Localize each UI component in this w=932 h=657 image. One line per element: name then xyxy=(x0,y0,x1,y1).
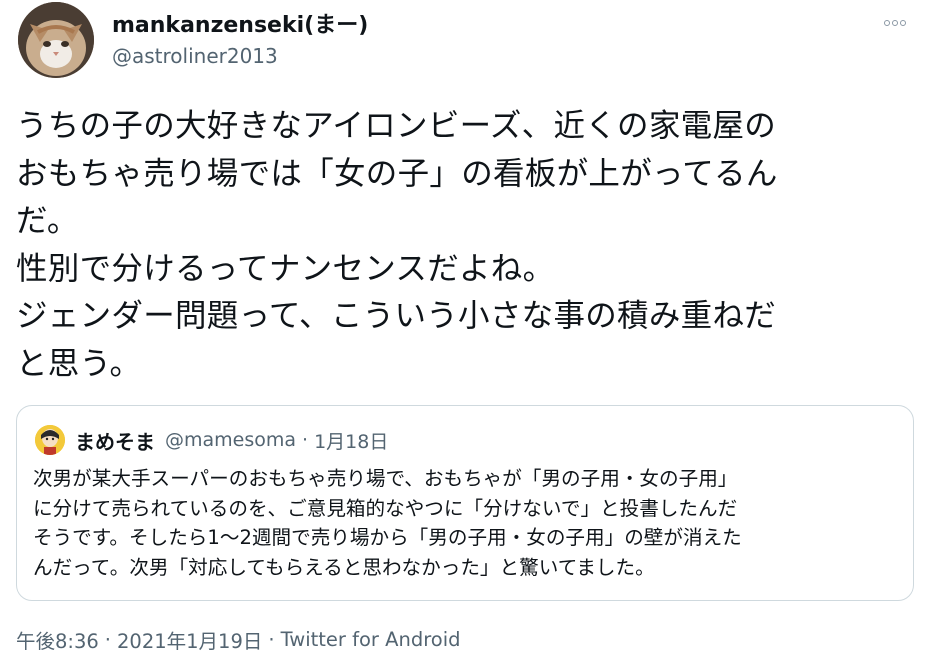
quoted-text-line: に分けて売られているのを、ご意見箱的なやつに「分けないで」と投書したんだ xyxy=(33,496,738,520)
tweet-text: うちの子の大好きなアイロンビーズ、近くの家電屋の おもちゃ売り場では「女の子」の… xyxy=(16,103,906,388)
quoted-text-line: んだって。次男「対応してもらえると思わなかった」と驚いてました。 xyxy=(33,555,655,579)
tweet-text-line: おもちゃ売り場では「女の子」の看板が上がってるん xyxy=(16,155,778,192)
tweet-source[interactable]: Twitter for Android xyxy=(281,628,461,651)
more-dots-icon[interactable] xyxy=(880,12,910,34)
quoted-text-line: 次男が某大手スーパーのおもちゃ売り場で、おもちゃが「男の子用・女の子用」 xyxy=(33,467,738,490)
tweet-text-line: ジェンダー問題って、こういう小さな事の積み重ねだ xyxy=(16,298,777,334)
meta-separator: · xyxy=(104,628,111,651)
tweet-header: mankanzenseki(まー) @astroliner2013 xyxy=(18,2,916,80)
more-dot xyxy=(892,20,898,26)
tweet-text-line: 性別で分けるってナンセンスだよね。 xyxy=(16,250,555,287)
author-handle[interactable]: @astroliner2013 xyxy=(112,42,368,70)
tweet-date[interactable]: 2021年1月19日 xyxy=(117,625,262,654)
character-avatar-icon[interactable] xyxy=(35,425,65,455)
tweet-meta: 午後8:36 · 2021年1月19日 · Twitter for Androi… xyxy=(16,625,461,654)
tweet-card: mankanzenseki(まー) @astroliner2013 うちの子の大… xyxy=(0,0,932,657)
quoted-separator: · xyxy=(302,429,309,451)
author-display-name[interactable]: mankanzenseki(まー) xyxy=(112,12,368,40)
more-dot xyxy=(900,20,906,26)
tweet-time[interactable]: 午後8:36 xyxy=(16,625,99,654)
tweet-text-line: だ。 xyxy=(16,203,79,239)
tweet-text-line: うちの子の大好きなアイロンビーズ、近くの家電屋の xyxy=(16,108,777,144)
author-names: mankanzenseki(まー) @astroliner2013 xyxy=(112,12,368,70)
quoted-tweet-header: まめそま @mamesoma · 1月18日 xyxy=(35,424,388,456)
quoted-tweet-text: 次男が某大手スーパーのおもちゃ売り場で、おもちゃが「男の子用・女の子用」 に分け… xyxy=(33,464,903,582)
quoted-tweet[interactable]: まめそま @mamesoma · 1月18日 次男が某大手スーパーのおもちゃ売り… xyxy=(16,405,914,601)
quoted-date[interactable]: 1月18日 xyxy=(314,427,388,454)
more-dot xyxy=(884,20,890,26)
quoted-text-line: そうです。そしたら1〜2週間で売り場から「男の子用・女の子用」の壁が消えた xyxy=(33,526,742,549)
quoted-handle[interactable]: @mamesoma xyxy=(165,429,296,451)
quoted-display-name[interactable]: まめそま xyxy=(75,426,155,455)
tweet-text-line: と思う。 xyxy=(16,345,142,382)
cat-avatar-icon[interactable] xyxy=(18,2,94,78)
meta-separator: · xyxy=(268,628,275,651)
